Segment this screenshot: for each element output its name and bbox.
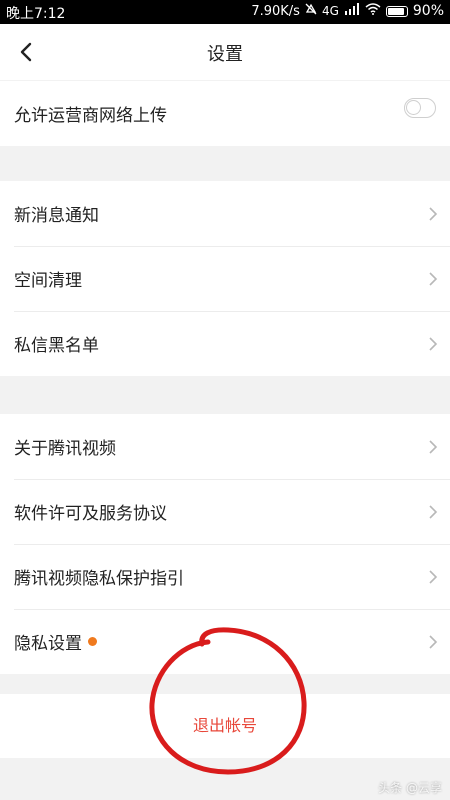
settings-item-label: 新消息通知 — [14, 206, 99, 226]
settings-item-label: 空间清理 — [14, 271, 82, 291]
mute-icon — [305, 3, 317, 19]
upload-group: 允许运营商网络上传 — [0, 81, 450, 146]
network-type: 4G — [321, 4, 339, 18]
wifi-icon — [365, 3, 381, 19]
status-time: 晚上7:12 — [6, 6, 66, 22]
settings-item-about[interactable]: 关于腾讯视频 — [0, 414, 450, 479]
status-bar: 晚上7:12 7.90K/s 4G 90% — [0, 0, 450, 24]
settings-item-label: 关于腾讯视频 — [14, 439, 116, 459]
settings-item-privacy-guide[interactable]: 腾讯视频隐私保护指引 — [0, 544, 450, 609]
settings-item-label: 隐私设置 — [14, 634, 82, 654]
annotation-circle — [149, 627, 307, 775]
chevron-right-icon — [429, 337, 438, 351]
chevron-right-icon — [429, 272, 438, 286]
upload-setting-label: 允许运营商网络上传 — [14, 106, 167, 126]
signal-icon — [344, 3, 360, 19]
settings-item-label: 私信黑名单 — [14, 336, 99, 356]
settings-item-license-agreement[interactable]: 软件许可及服务协议 — [0, 479, 450, 544]
nav-bar: 设置 — [0, 24, 450, 80]
upload-toggle[interactable] — [404, 98, 436, 118]
chevron-right-icon — [429, 440, 438, 454]
watermark: 头条 @云享 — [378, 781, 442, 795]
notification-dot — [88, 637, 97, 646]
notifications-group: 新消息通知 空间清理 私信黑名单 — [0, 181, 450, 376]
settings-item-new-message-notification[interactable]: 新消息通知 — [0, 181, 450, 246]
settings-item-label: 软件许可及服务协议 — [14, 504, 167, 524]
toggle-knob — [406, 100, 421, 115]
page-title: 设置 — [207, 44, 243, 65]
battery-icon — [385, 5, 408, 17]
chevron-right-icon — [429, 570, 438, 584]
settings-item-dm-blacklist[interactable]: 私信黑名单 — [0, 311, 450, 376]
settings-item-label: 腾讯视频隐私保护指引 — [14, 569, 184, 589]
chevron-right-icon — [429, 635, 438, 649]
network-speed: 7.90K/s — [251, 3, 300, 19]
chevron-right-icon — [429, 505, 438, 519]
settings-item-storage-cleanup[interactable]: 空间清理 — [0, 246, 450, 311]
chevron-right-icon — [429, 207, 438, 221]
battery-percent: 90% — [412, 3, 444, 19]
upload-setting-row: 允许运营商网络上传 — [0, 81, 450, 146]
status-indicators: 7.90K/s 4G 90% — [251, 3, 444, 19]
